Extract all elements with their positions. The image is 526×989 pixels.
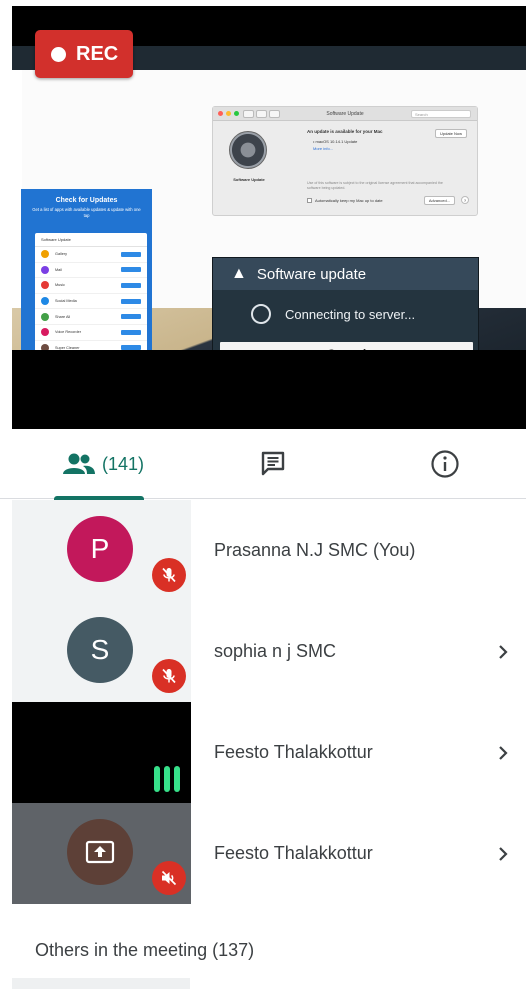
app-name: Mail xyxy=(55,267,62,272)
more-info-link: More info... xyxy=(313,146,334,151)
record-dot-icon xyxy=(51,46,66,62)
warning-icon: ▲ xyxy=(231,265,247,282)
participant-tile xyxy=(12,702,191,803)
loading-spinner-icon xyxy=(251,304,271,324)
update-app-button xyxy=(121,282,141,288)
participant-name: Prasanna N.J SMC (You) xyxy=(214,540,416,560)
shared-screen-video[interactable]: Software Update Search Software Update A… xyxy=(12,6,526,429)
app-list-item: Gallery xyxy=(35,247,147,263)
app-list-item: Social Media xyxy=(35,294,147,310)
participant-tile: P xyxy=(12,500,191,601)
others-in-meeting-heading: Others in the meeting (137) xyxy=(35,940,255,960)
auto-update-label: Automatically keep my Mac up to date xyxy=(315,198,383,203)
tab-info[interactable] xyxy=(412,429,478,499)
chat-icon xyxy=(261,451,285,476)
update-now-button: Update Now xyxy=(434,129,467,138)
chevron-right-icon[interactable] xyxy=(496,702,510,803)
people-icon xyxy=(62,453,95,474)
app-list-item: Music xyxy=(35,278,147,294)
participant-name: Feesto Thalakkottur xyxy=(214,843,373,863)
mac-software-update-window: Software Update Search Software Update A… xyxy=(212,106,478,216)
app-name: Super Cleaner xyxy=(55,345,80,350)
phone-mockup: Software Update Gallery Mail Music Social M… xyxy=(35,233,147,350)
promo-card: Check for Updates Get a list of apps wit… xyxy=(21,189,152,350)
update-version: • macOS 10.14.1 Update xyxy=(313,139,358,144)
app-icon xyxy=(41,297,49,306)
app-icon xyxy=(41,312,49,321)
mac-titlebar: Software Update Search xyxy=(213,107,477,121)
info-icon xyxy=(431,450,459,478)
dialog-title: Software update xyxy=(256,265,367,283)
volume-off-icon xyxy=(152,861,186,895)
help-icon: ? xyxy=(461,196,469,204)
recording-label: REC xyxy=(76,42,119,65)
present-screen-icon xyxy=(85,840,115,864)
promo-title: Check for Updates xyxy=(55,197,118,204)
speaking-indicator-icon xyxy=(154,766,180,792)
chevron-right-icon[interactable] xyxy=(496,601,510,702)
license-terms: Use of this software is subject to the o… xyxy=(307,181,443,190)
presenting-avatar xyxy=(67,819,133,885)
participant-row[interactable]: Feesto Thalakkottur xyxy=(12,803,526,904)
update-app-button xyxy=(121,298,141,304)
checkbox-icon xyxy=(307,198,312,203)
tab-chat[interactable] xyxy=(240,429,306,499)
update-app-button xyxy=(121,314,141,320)
app-icon xyxy=(41,250,49,259)
participant-row[interactable]: S sophia n j SMC xyxy=(12,601,526,702)
participant-tile: S xyxy=(12,601,191,702)
app-list-item: Super Cleaner xyxy=(35,341,147,350)
phone-header: Software Update xyxy=(35,233,147,247)
participant-row[interactable]: P Prasanna N.J SMC (You) xyxy=(12,500,526,601)
app-icon xyxy=(41,281,49,290)
app-name: Share All xyxy=(55,314,71,319)
dialog-cancel-button: Cancel xyxy=(220,342,473,350)
update-available-text: An update is available for your Mac xyxy=(307,129,383,134)
mic-off-icon xyxy=(152,659,186,693)
app-icon xyxy=(41,328,49,337)
tab-people[interactable]: (141) xyxy=(32,429,174,500)
app-name: Music xyxy=(55,283,65,288)
participant-name: Feesto Thalakkottur xyxy=(214,742,373,762)
auto-update-checkbox: Automatically keep my Mac up to date xyxy=(307,198,383,203)
promo-subtitle: Get a list of apps with available update… xyxy=(32,207,141,218)
side-panel-tabs: (141) xyxy=(0,429,526,500)
participant-tile xyxy=(12,803,191,904)
software-update-dialog: ▲ Software update Connecting to server..… xyxy=(212,257,479,350)
app-list-item: Share All xyxy=(35,309,147,325)
update-app-button xyxy=(121,345,141,350)
update-app-button xyxy=(121,251,141,257)
dialog-status: Connecting to server... xyxy=(285,306,416,322)
participant-row[interactable]: Feesto Thalakkottur xyxy=(12,702,526,803)
mac-search-field: Search xyxy=(411,110,471,118)
app-list-item: Mail xyxy=(35,263,147,279)
app-name: Gallery xyxy=(55,252,68,257)
app-icon xyxy=(41,343,49,350)
participant-name: sophia n j SMC xyxy=(214,641,337,661)
app-name: Social Media xyxy=(55,299,77,304)
meet-participants-screen: Software Update Search Software Update A… xyxy=(0,0,526,989)
chevron-right-icon[interactable] xyxy=(496,803,510,904)
advanced-button: Advanced... xyxy=(423,196,455,205)
app-name: Voice Recorder xyxy=(55,330,81,335)
mic-off-icon xyxy=(152,558,186,592)
gear-icon xyxy=(229,131,267,169)
update-app-button xyxy=(121,329,141,335)
app-list: Gallery Mail Music Social Media Share All Voi… xyxy=(35,247,147,350)
avatar: P xyxy=(67,516,133,582)
gear-label: Software Update xyxy=(233,177,265,182)
recording-badge: REC xyxy=(35,30,133,78)
dialog-header: ▲ Software update xyxy=(213,258,478,290)
people-count: (141) xyxy=(101,453,145,474)
app-list-item: Voice Recorder xyxy=(35,325,147,341)
avatar: S xyxy=(67,617,133,683)
dialog-body: Connecting to server... xyxy=(213,290,478,338)
app-icon xyxy=(41,265,49,274)
presentation-slide: Software Update Search Software Update A… xyxy=(12,46,526,350)
next-participant-tile xyxy=(12,978,190,989)
update-app-button xyxy=(121,267,141,273)
